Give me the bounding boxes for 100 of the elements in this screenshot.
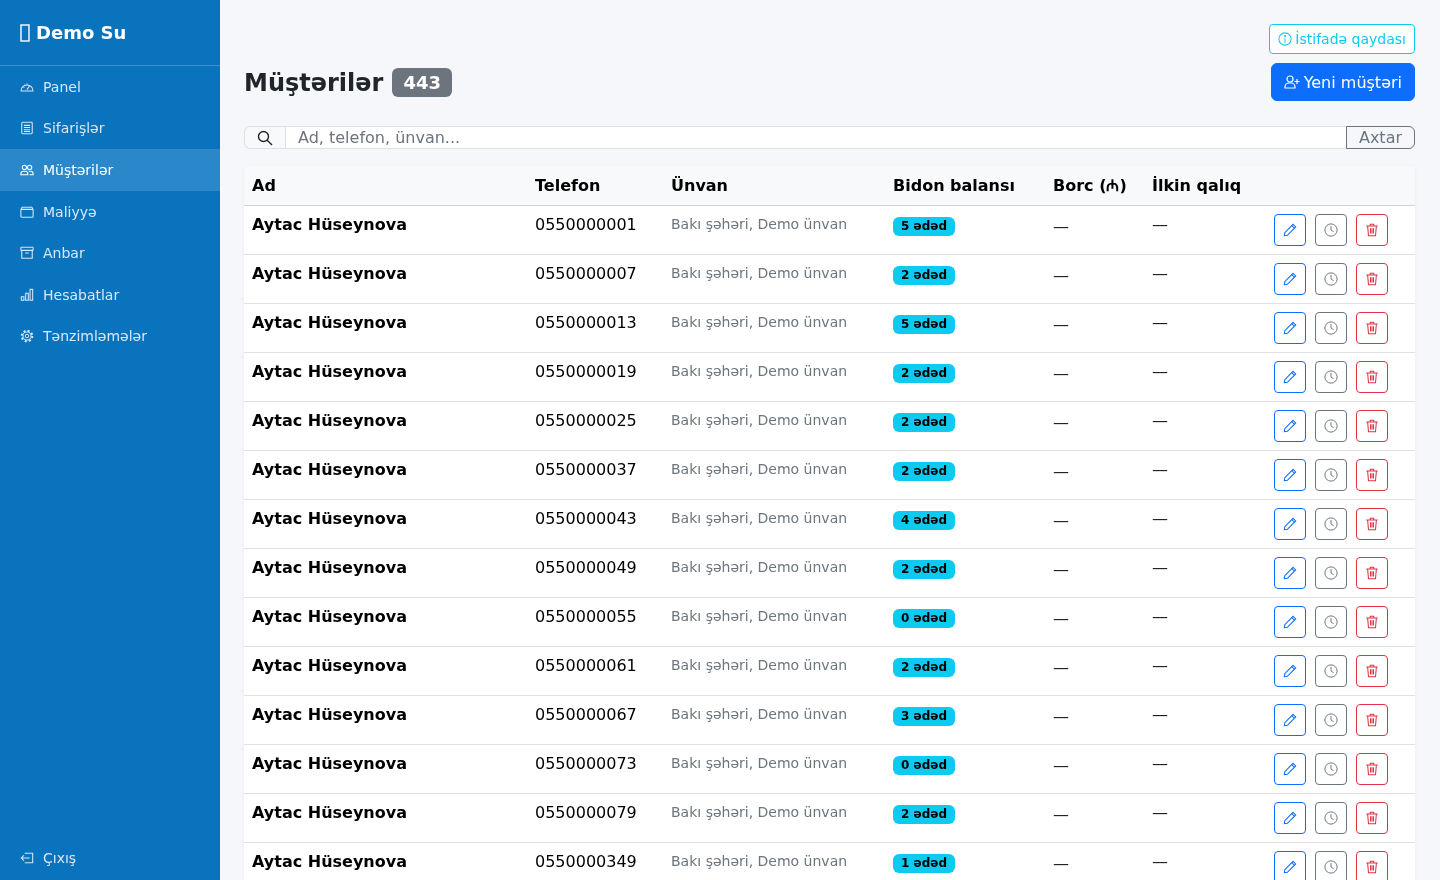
history-button[interactable] — [1315, 361, 1347, 393]
debt-value: — — [1053, 657, 1069, 679]
address-text: Bakı şəhəri, Demo ünvan — [671, 559, 848, 575]
edit-button[interactable] — [1274, 459, 1306, 491]
history-button[interactable] — [1315, 459, 1347, 491]
clock-icon — [1324, 713, 1338, 727]
customer-name: Aytac Hüseynova — [252, 362, 407, 381]
edit-button[interactable] — [1274, 606, 1306, 638]
delete-button[interactable] — [1356, 312, 1388, 344]
page-title: Müştərilər — [244, 70, 384, 95]
history-button[interactable] — [1315, 606, 1347, 638]
history-button[interactable] — [1315, 851, 1347, 880]
debt-value: — — [1053, 265, 1069, 287]
edit-button[interactable] — [1274, 557, 1306, 589]
search-icon — [257, 129, 273, 146]
column-header: İlkin qalıq — [1152, 176, 1242, 195]
trash-icon — [1365, 566, 1379, 580]
edit-button[interactable] — [1274, 312, 1306, 344]
edit-button[interactable] — [1274, 508, 1306, 540]
delete-button[interactable] — [1356, 410, 1388, 442]
phone-number: 0550000043 — [535, 509, 637, 528]
delete-button[interactable] — [1356, 655, 1388, 687]
history-button[interactable] — [1315, 508, 1347, 540]
delete-button[interactable] — [1356, 361, 1388, 393]
history-button[interactable] — [1315, 410, 1347, 442]
search-field[interactable]: Ad, telefon, ünvan... — [285, 126, 1347, 149]
history-button[interactable] — [1315, 655, 1347, 687]
nav-item[interactable]: Müştərilər — [0, 149, 220, 191]
nav-item[interactable]: Tənzimləmələr — [0, 315, 220, 358]
customer-name: Aytac Hüseynova — [252, 313, 407, 332]
address-text: Bakı şəhəri, Demo ünvan — [671, 412, 848, 428]
debt-value: — — [1053, 461, 1069, 483]
quantity-badge: 4 ədəd — [893, 511, 955, 530]
quantity-badge: 2 ədəd — [893, 805, 955, 824]
edit-button[interactable] — [1274, 214, 1306, 246]
debt-value: — — [1053, 804, 1069, 826]
logout-link[interactable]: Çıxış — [0, 837, 220, 879]
clock-icon — [1324, 762, 1338, 776]
pencil-icon — [1283, 664, 1297, 678]
pencil-icon — [1283, 713, 1297, 727]
delete-button[interactable] — [1356, 802, 1388, 834]
history-button[interactable] — [1315, 312, 1347, 344]
edit-button[interactable] — [1274, 410, 1306, 442]
edit-button[interactable] — [1274, 704, 1306, 736]
delete-button[interactable] — [1356, 704, 1388, 736]
count-badge: 443 — [392, 67, 452, 98]
address-text: Bakı şəhəri, Demo ünvan — [671, 363, 848, 379]
phone-number: 0550000049 — [535, 558, 637, 577]
history-button[interactable] — [1315, 214, 1347, 246]
phone-number: 0550000019 — [535, 362, 637, 381]
initial-balance-value: — — [1152, 852, 1168, 871]
glyph-box-icon — [20, 23, 30, 42]
clock-icon — [1324, 566, 1338, 580]
quantity-badge: 2 ədəd — [893, 462, 955, 481]
phone-number: 0550000079 — [535, 803, 637, 822]
trash-icon — [1365, 615, 1379, 629]
delete-button[interactable] — [1356, 753, 1388, 785]
search-button[interactable]: Axtar — [1346, 126, 1415, 149]
edit-button[interactable] — [1274, 263, 1306, 295]
delete-button[interactable] — [1356, 851, 1388, 880]
debt-value: — — [1053, 853, 1069, 875]
delete-button[interactable] — [1356, 263, 1388, 295]
delete-button[interactable] — [1356, 214, 1388, 246]
history-button[interactable] — [1315, 557, 1347, 589]
nav-item[interactable]: Panel — [0, 66, 220, 108]
folder-icon — [20, 204, 34, 219]
history-button[interactable] — [1315, 704, 1347, 736]
new-customer-button[interactable]: Yeni müştəri — [1270, 63, 1415, 101]
trash-icon — [1365, 664, 1379, 678]
nav-item[interactable]: Hesabatlar — [0, 273, 220, 316]
quantity-badge: 2 ədəd — [893, 413, 955, 432]
phone-number: 0550000025 — [535, 411, 637, 430]
debt-value: — — [1053, 510, 1069, 532]
column-header: Borc (₼) — [1053, 176, 1127, 195]
people-icon — [20, 163, 34, 177]
nav-item[interactable]: Sifarişlər — [0, 107, 220, 150]
delete-button[interactable] — [1356, 508, 1388, 540]
delete-button[interactable] — [1356, 459, 1388, 491]
edit-button[interactable] — [1274, 851, 1306, 880]
history-button[interactable] — [1315, 802, 1347, 834]
edit-button[interactable] — [1274, 655, 1306, 687]
edit-button[interactable] — [1274, 802, 1306, 834]
address-text: Bakı şəhəri, Demo ünvan — [671, 804, 848, 820]
info-icon — [1278, 32, 1293, 46]
phone-number: 0550000067 — [535, 705, 637, 724]
initial-balance-value: — — [1152, 509, 1168, 528]
nav-item[interactable]: Maliyyə — [0, 190, 220, 233]
history-button[interactable] — [1315, 263, 1347, 295]
quantity-badge: 5 ədəd — [893, 217, 955, 236]
nav-item[interactable]: Anbar — [0, 232, 220, 274]
edit-button[interactable] — [1274, 361, 1306, 393]
edit-button[interactable] — [1274, 753, 1306, 785]
quantity-badge: 5 ədəd — [893, 315, 955, 334]
debt-value: — — [1053, 363, 1069, 385]
delete-button[interactable] — [1356, 557, 1388, 589]
pencil-icon — [1283, 762, 1297, 776]
initial-balance-value: — — [1152, 656, 1168, 675]
history-button[interactable] — [1315, 753, 1347, 785]
clock-icon — [1324, 370, 1338, 384]
delete-button[interactable] — [1356, 606, 1388, 638]
